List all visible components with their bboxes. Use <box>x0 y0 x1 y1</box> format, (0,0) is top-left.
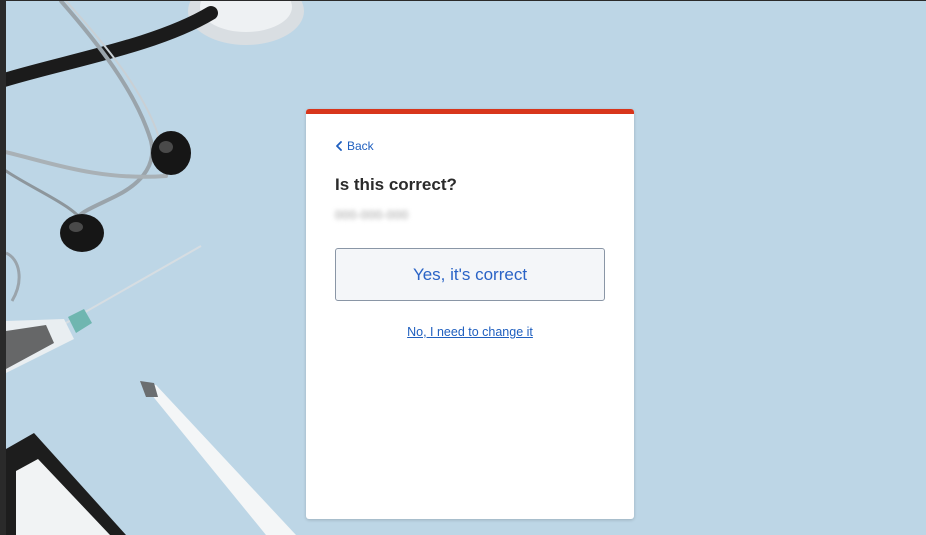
change-it-link-wrapper: No, I need to change it <box>306 325 634 339</box>
back-label: Back <box>347 139 374 153</box>
redacted-phone-number: 000-000-000 <box>335 208 409 222</box>
change-it-link[interactable]: No, I need to change it <box>407 325 533 339</box>
browser-viewport: Back Is this correct? 000-000-000 Yes, i… <box>0 0 926 535</box>
card-accent-bar <box>306 109 634 114</box>
back-link[interactable]: Back <box>335 139 374 153</box>
chevron-left-icon <box>336 141 342 151</box>
page-title: Is this correct? <box>335 175 457 194</box>
confirmation-card: Back Is this correct? 000-000-000 Yes, i… <box>306 109 634 519</box>
confirm-correct-button[interactable]: Yes, it's correct <box>335 248 605 301</box>
